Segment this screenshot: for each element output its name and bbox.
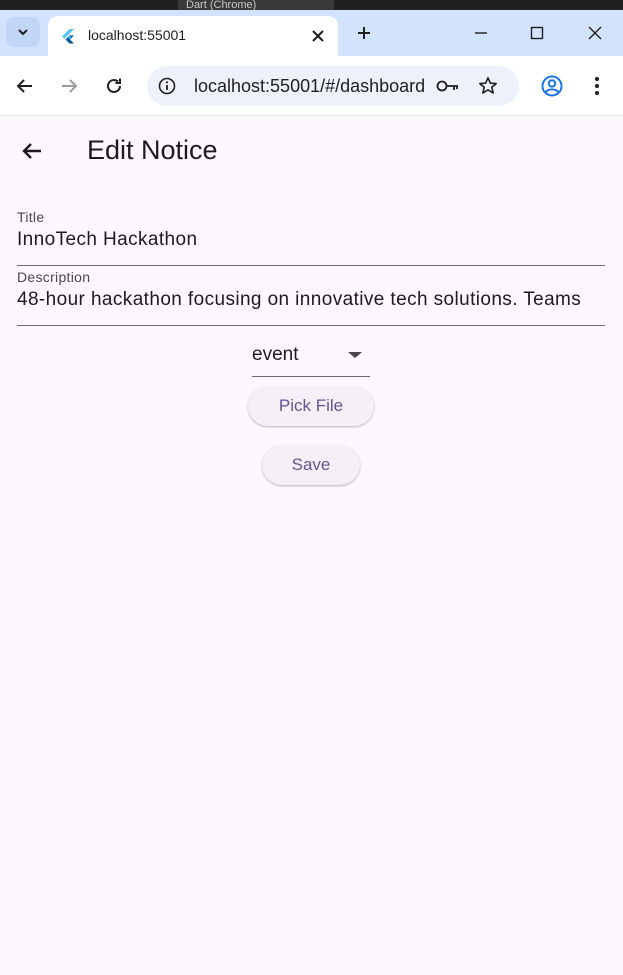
app-bar: Edit Notice <box>0 117 623 185</box>
description-label: Description <box>17 269 91 285</box>
description-input[interactable]: 48-hour hackathon focusing on innovative… <box>17 289 605 311</box>
browser-tab-bar: localhost:55001 <box>0 10 623 56</box>
background-tab-title: Dart (Chrome) <box>178 0 334 10</box>
forward-button[interactable] <box>54 71 84 101</box>
reload-button[interactable] <box>99 71 129 101</box>
maximize-button[interactable] <box>522 18 552 48</box>
notice-type-dropdown[interactable]: event <box>252 341 370 377</box>
save-button[interactable]: Save <box>262 445 360 485</box>
title-input[interactable]: InnoTech Hackathon <box>17 229 605 251</box>
back-button[interactable] <box>10 71 40 101</box>
arrow-left-icon <box>16 79 32 93</box>
star-icon <box>479 77 497 94</box>
flutter-icon <box>62 29 74 44</box>
close-icon <box>312 30 324 42</box>
minimize-button[interactable] <box>466 18 496 48</box>
more-vertical-icon <box>595 77 599 95</box>
arrow-right-icon <box>62 79 78 93</box>
browser-toolbar: localhost:55001/#/dashboard <box>0 56 623 116</box>
minimize-icon <box>475 32 487 34</box>
tab-search-button[interactable] <box>6 17 40 47</box>
close-icon <box>588 26 602 40</box>
password-button[interactable] <box>435 76 461 96</box>
new-tab-button[interactable] <box>351 20 377 46</box>
address-bar[interactable]: localhost:55001/#/dashboard <box>147 66 519 106</box>
arrow-left-icon <box>22 143 41 159</box>
description-field[interactable]: Description 48-hour hackathon focusing o… <box>17 269 605 326</box>
profile-button[interactable] <box>537 71 567 101</box>
tab-title: localhost:55001 <box>88 27 187 43</box>
site-info-button[interactable] <box>157 76 177 96</box>
pick-file-button[interactable]: Pick File <box>248 386 374 426</box>
notice-type-value: event <box>252 344 299 365</box>
info-icon <box>158 77 176 95</box>
bookmark-button[interactable] <box>477 75 499 97</box>
browser-menu-button[interactable] <box>582 71 612 101</box>
caret-down-icon <box>348 352 362 358</box>
title-field[interactable]: Title InnoTech Hackathon <box>17 209 605 266</box>
close-window-button[interactable] <box>580 18 610 48</box>
key-icon <box>436 80 458 92</box>
app-back-button[interactable] <box>18 137 46 165</box>
account-icon <box>541 75 563 97</box>
url-text[interactable]: localhost:55001/#/dashboard <box>194 76 425 97</box>
chevron-down-icon <box>18 29 28 36</box>
close-tab-button[interactable] <box>308 26 328 46</box>
os-taskbar-strip: Dart (Chrome) <box>0 0 623 10</box>
maximize-icon <box>530 26 544 40</box>
title-label: Title <box>17 209 45 225</box>
page-title: Edit Notice <box>87 135 218 165</box>
browser-tab[interactable]: localhost:55001 <box>48 16 338 56</box>
plus-icon <box>358 27 370 39</box>
reload-icon <box>107 78 121 93</box>
